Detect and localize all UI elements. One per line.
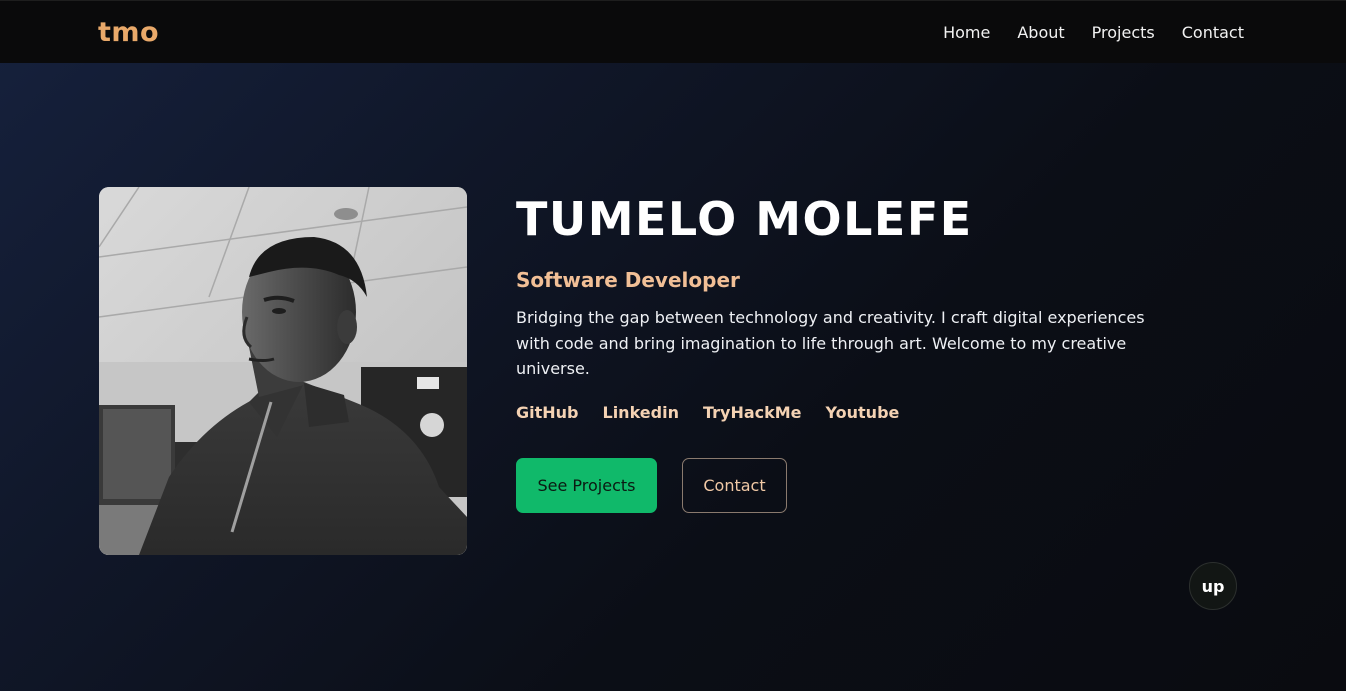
hero-name: TUMELO MOLEFE (516, 192, 973, 246)
nav-link-about[interactable]: About (1017, 23, 1064, 42)
hero-role: Software Developer (516, 268, 740, 292)
profile-photo (99, 187, 467, 555)
nav-link-home[interactable]: Home (943, 23, 990, 42)
hero-bio: Bridging the gap between technology and … (516, 308, 1145, 378)
nav-link-contact[interactable]: Contact (1182, 23, 1244, 42)
navbar: tmo Home About Projects Contact (0, 0, 1346, 63)
tryhackme-link[interactable]: TryHackMe (703, 403, 802, 422)
nav-link-projects[interactable]: Projects (1092, 23, 1155, 42)
github-link[interactable]: GitHub (516, 403, 579, 422)
logo[interactable]: tmo (98, 17, 159, 48)
linkedin-link[interactable]: Linkedin (603, 403, 679, 422)
see-projects-button[interactable]: See Projects (516, 458, 657, 513)
page: tmo Home About Projects Contact TUMELO M… (0, 0, 1346, 691)
contact-button[interactable]: Contact (682, 458, 787, 513)
nav-links: Home About Projects Contact (943, 23, 1244, 42)
youtube-link[interactable]: Youtube (826, 403, 900, 422)
scroll-to-top-button[interactable]: up (1189, 562, 1237, 610)
social-links: GitHub Linkedin TryHackMe Youtube (516, 403, 899, 422)
